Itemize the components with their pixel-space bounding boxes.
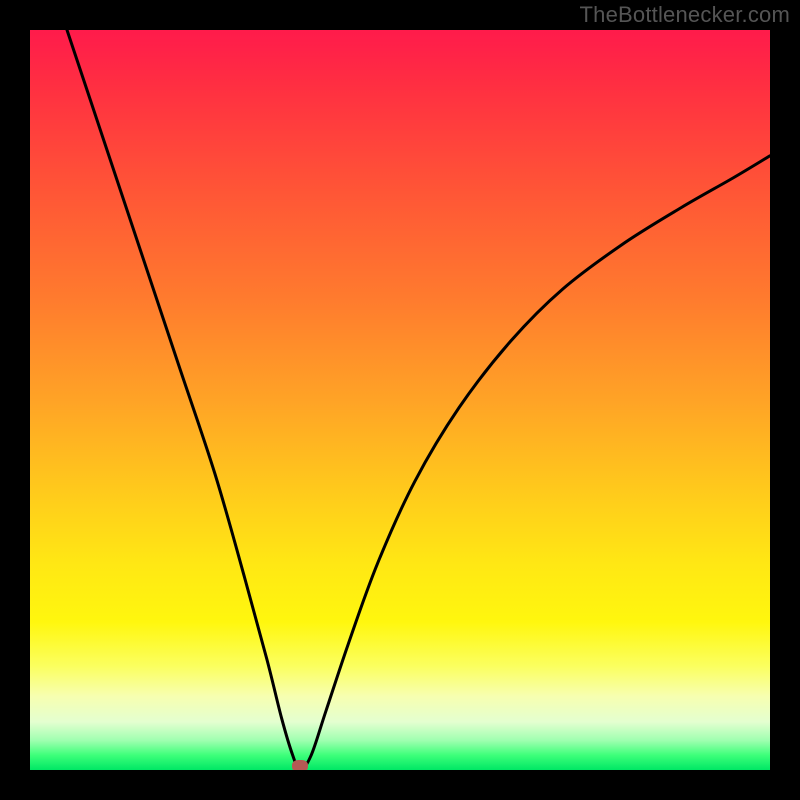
curve-path xyxy=(67,30,770,770)
plot-area xyxy=(30,30,770,770)
optimum-marker xyxy=(292,760,308,770)
bottleneck-curve xyxy=(30,30,770,770)
watermark-text: TheBottlenecker.com xyxy=(580,2,790,28)
chart-frame: TheBottlenecker.com xyxy=(0,0,800,800)
